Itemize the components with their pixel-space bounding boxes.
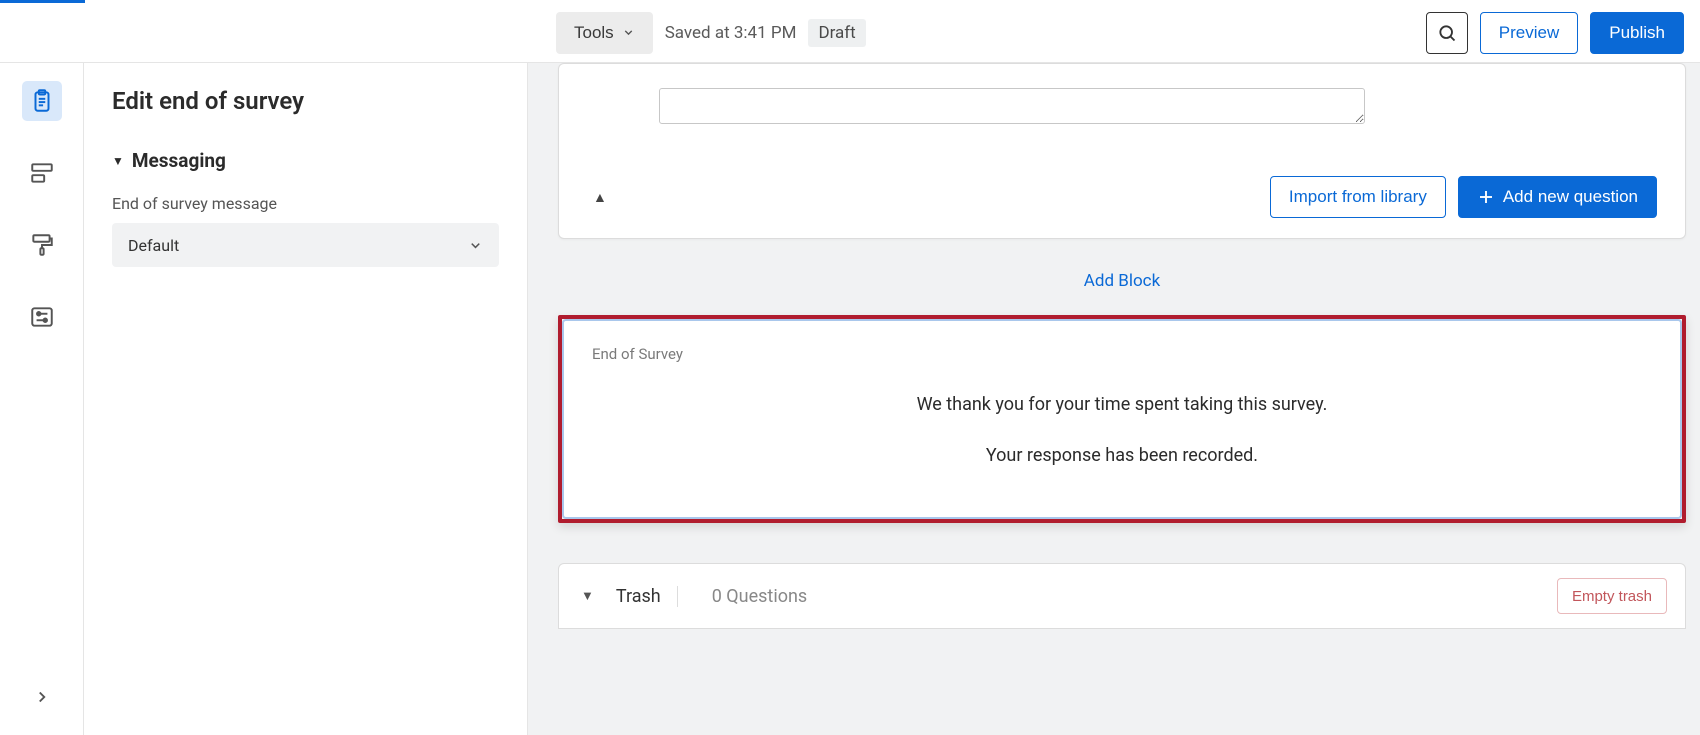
left-icon-rail xyxy=(0,63,84,735)
import-from-library-label: Import from library xyxy=(1289,187,1427,207)
search-button[interactable] xyxy=(1426,12,1468,54)
eos-message-select[interactable]: Default xyxy=(112,223,499,267)
add-new-question-label: Add new question xyxy=(1503,187,1638,207)
eos-message-line2: Your response has been recorded. xyxy=(592,442,1652,469)
trash-title: Trash xyxy=(616,586,678,607)
end-of-survey-block-title: End of Survey xyxy=(592,345,1652,363)
rail-item-survey-flow[interactable] xyxy=(22,153,62,193)
publish-label: Publish xyxy=(1609,23,1665,43)
flow-icon xyxy=(29,160,55,186)
section-title: Messaging xyxy=(132,149,226,172)
chevron-right-icon xyxy=(33,688,51,706)
trash-block: ▼ Trash 0 Questions Empty trash xyxy=(558,563,1686,629)
collapse-block-toggle[interactable]: ▲ xyxy=(593,189,607,206)
chevron-down-icon xyxy=(622,26,635,39)
header-bar: Tools Saved at 3:41 PM Draft Preview Pub… xyxy=(0,3,1700,63)
question-block-footer: ▲ Import from library Add new question xyxy=(587,176,1657,218)
end-of-survey-highlight: End of Survey We thank you for your time… xyxy=(558,315,1686,523)
chevron-down-icon xyxy=(468,238,483,253)
main-area: Edit end of survey ▼ Messaging End of su… xyxy=(0,63,1700,735)
sidebar-title: Edit end of survey xyxy=(112,87,499,115)
survey-canvas: ▲ Import from library Add new question A… xyxy=(528,63,1700,735)
clipboard-icon xyxy=(29,88,55,114)
add-new-question-button[interactable]: Add new question xyxy=(1458,176,1657,218)
rail-item-look-and-feel[interactable] xyxy=(22,225,62,265)
eos-message-select-value: Default xyxy=(128,236,179,255)
search-icon xyxy=(1437,23,1457,43)
publish-button[interactable]: Publish xyxy=(1590,12,1684,54)
sliders-icon xyxy=(29,304,55,330)
preview-button[interactable]: Preview xyxy=(1480,12,1578,54)
rail-expand-button[interactable] xyxy=(22,677,62,717)
eos-message-field-label: End of survey message xyxy=(112,194,499,213)
section-header-messaging[interactable]: ▼ Messaging xyxy=(112,149,499,172)
eos-message-line1: We thank you for your time spent taking … xyxy=(592,391,1652,418)
end-of-survey-block[interactable]: End of Survey We thank you for your time… xyxy=(562,319,1682,519)
empty-trash-button[interactable]: Empty trash xyxy=(1557,578,1667,614)
draft-status-chip: Draft xyxy=(808,19,865,47)
preview-label: Preview xyxy=(1499,23,1559,43)
question-text-input[interactable] xyxy=(659,88,1365,124)
end-of-survey-message: We thank you for your time spent taking … xyxy=(592,391,1652,469)
settings-sidebar: Edit end of survey ▼ Messaging End of su… xyxy=(84,63,528,735)
rail-item-survey-options[interactable] xyxy=(22,297,62,337)
trash-question-count: 0 Questions xyxy=(696,586,807,607)
rail-item-survey-builder[interactable] xyxy=(22,81,62,121)
paint-roller-icon xyxy=(29,232,55,258)
tools-label: Tools xyxy=(574,23,614,43)
add-block-link[interactable]: Add Block xyxy=(558,271,1686,291)
plus-icon xyxy=(1477,188,1495,206)
tools-dropdown-button[interactable]: Tools xyxy=(556,12,653,54)
question-block: ▲ Import from library Add new question xyxy=(558,63,1686,239)
import-from-library-button[interactable]: Import from library xyxy=(1270,176,1446,218)
trash-expand-toggle[interactable]: ▼ xyxy=(577,584,598,608)
caret-down-icon: ▼ xyxy=(112,154,124,168)
saved-status-text: Saved at 3:41 PM xyxy=(665,23,797,43)
empty-trash-label: Empty trash xyxy=(1572,588,1652,605)
